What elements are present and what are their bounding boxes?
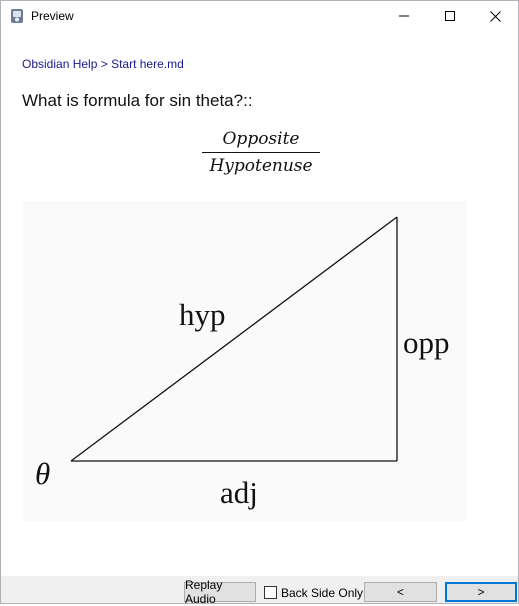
back-side-only-checkbox[interactable] [264,586,277,599]
adj-label: adj [220,475,258,510]
preview-window: Preview Obsidian Help > Start here.md Wh… [0,0,519,606]
replay-audio-button[interactable]: Replay Audio [184,578,256,606]
hyp-label: hyp [179,297,226,332]
maximize-button[interactable] [427,1,473,31]
close-button[interactable] [472,1,518,31]
app-icon [10,8,24,24]
window-title: Preview [31,9,74,23]
hypotenuse-side [70,216,398,462]
formula-fraction: Opposite Hypotenuse [201,129,321,176]
next-button[interactable]: > [445,582,517,602]
fraction-denominator: Hypotenuse [209,156,313,176]
triangle-figure: hyp opp adj θ [23,201,467,521]
breadcrumb-parent-link[interactable]: Obsidian Help [22,57,97,71]
title-bar[interactable]: Preview [1,1,518,31]
review-toolbar: Replay Audio Back Side Only < > [1,576,518,606]
breadcrumb: Obsidian Help > Start here.md [22,57,184,71]
minimize-icon [399,15,409,17]
breadcrumb-current-link[interactable]: Start here.md [111,57,184,71]
back-side-only-label[interactable]: Back Side Only [281,586,363,600]
triangle-drawing [70,216,398,462]
breadcrumb-separator: > [100,57,108,71]
card-question: What is formula for sin theta?:: [22,91,253,110]
maximize-icon [445,11,455,21]
preview-content: Obsidian Help > Start here.md What is fo… [1,31,518,576]
minimize-button[interactable] [381,1,427,31]
opp-label: opp [403,325,450,360]
theta-label: θ [35,456,51,491]
fraction-numerator: Opposite [222,129,300,149]
prev-button[interactable]: < [364,582,437,602]
close-icon [489,10,501,22]
